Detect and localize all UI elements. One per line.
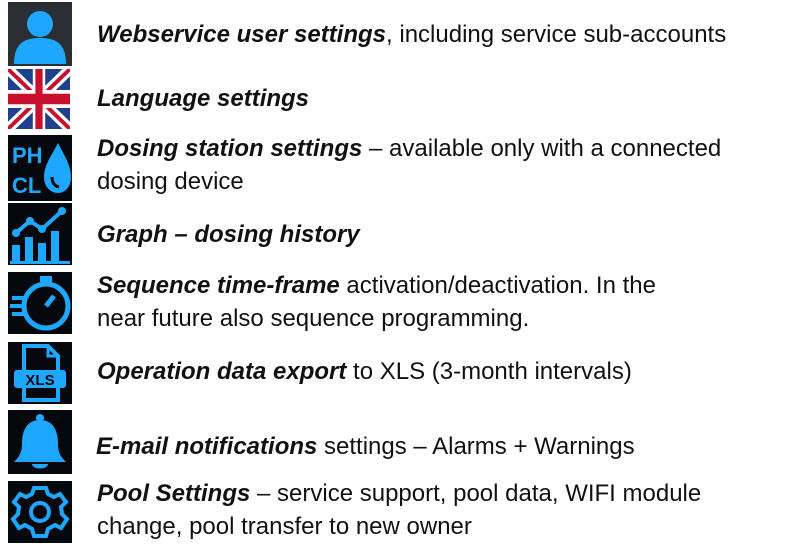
item-description: , including service sub-accounts [386, 21, 727, 48]
gear-icon [8, 481, 72, 543]
svg-text:XLS: XLS [25, 372, 54, 389]
ph-cl-drop-icon: PH CL [8, 135, 72, 201]
xls-file-icon: XLS [8, 342, 72, 404]
user-icon [8, 2, 72, 66]
item-description: – service support, pool data, WIFI modul… [250, 480, 702, 507]
item-description: activation/deactivation. In the [339, 272, 656, 299]
uk-flag-icon [8, 69, 70, 129]
item-title: Sequence time-frame [97, 272, 340, 299]
item-title: Graph – dosing history [97, 221, 360, 248]
item-title: Pool Settings [97, 480, 251, 507]
svg-text:CL: CL [12, 173, 41, 198]
item-description-continued: change, pool transfer to new owner [97, 513, 472, 540]
item-title: Language settings [97, 85, 310, 112]
item-title: E-mail notifications [96, 433, 318, 460]
item-description: settings – Alarms + Warnings [317, 433, 635, 460]
item-description-continued: near future also sequence programming. [97, 305, 530, 332]
item-description-continued: dosing device [97, 168, 244, 195]
item-title: Webservice user settings [97, 21, 387, 48]
item-title: Operation data export [97, 358, 347, 385]
graph-icon [8, 203, 72, 265]
svg-text:PH: PH [12, 143, 43, 168]
item-title: Dosing station settings [97, 135, 363, 162]
stopwatch-icon [8, 272, 72, 334]
item-description: to XLS (3-month intervals) [346, 358, 632, 385]
item-description: – available only with a connected [362, 135, 722, 162]
bell-icon [8, 410, 72, 474]
